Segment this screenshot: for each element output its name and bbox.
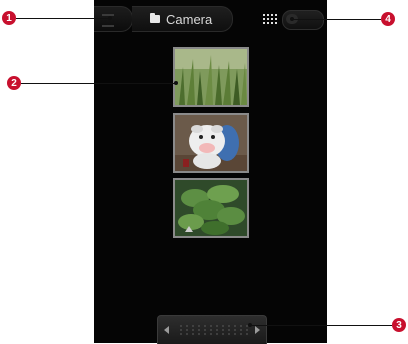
callout-line-2 [21,83,176,84]
view-mode-toggle[interactable] [282,10,324,30]
callout-line-1 [16,18,110,19]
callout-dot-4 [290,17,294,21]
scroll-left-icon[interactable] [164,326,169,334]
callout-dot-3 [248,323,252,327]
callout-dot-2 [174,81,178,85]
scroll-track[interactable] [178,324,248,336]
folder-icon [150,13,160,23]
callout-dot-1 [108,16,112,20]
scroll-right-icon[interactable] [255,326,260,334]
callout-line-4 [292,19,381,20]
filmstrip-scroller[interactable] [157,315,267,344]
callout-badge-1: 1 [2,11,16,25]
grid-view-icon[interactable] [263,14,277,24]
gallery-home-button[interactable] [94,6,133,32]
album-name: Camera [166,11,213,27]
thumbnail-grass[interactable] [173,47,249,107]
callout-badge-4: 4 [381,12,395,26]
callout-line-3 [250,325,392,326]
gallery-screen: Camera [94,0,327,344]
album-breadcrumb[interactable]: Camera [132,6,233,32]
thumbnail-cow-toy[interactable] [173,113,249,173]
callout-badge-2: 2 [7,76,21,90]
callout-badge-3: 3 [392,318,406,332]
thumbnail-leafy-plant[interactable] [173,178,249,238]
